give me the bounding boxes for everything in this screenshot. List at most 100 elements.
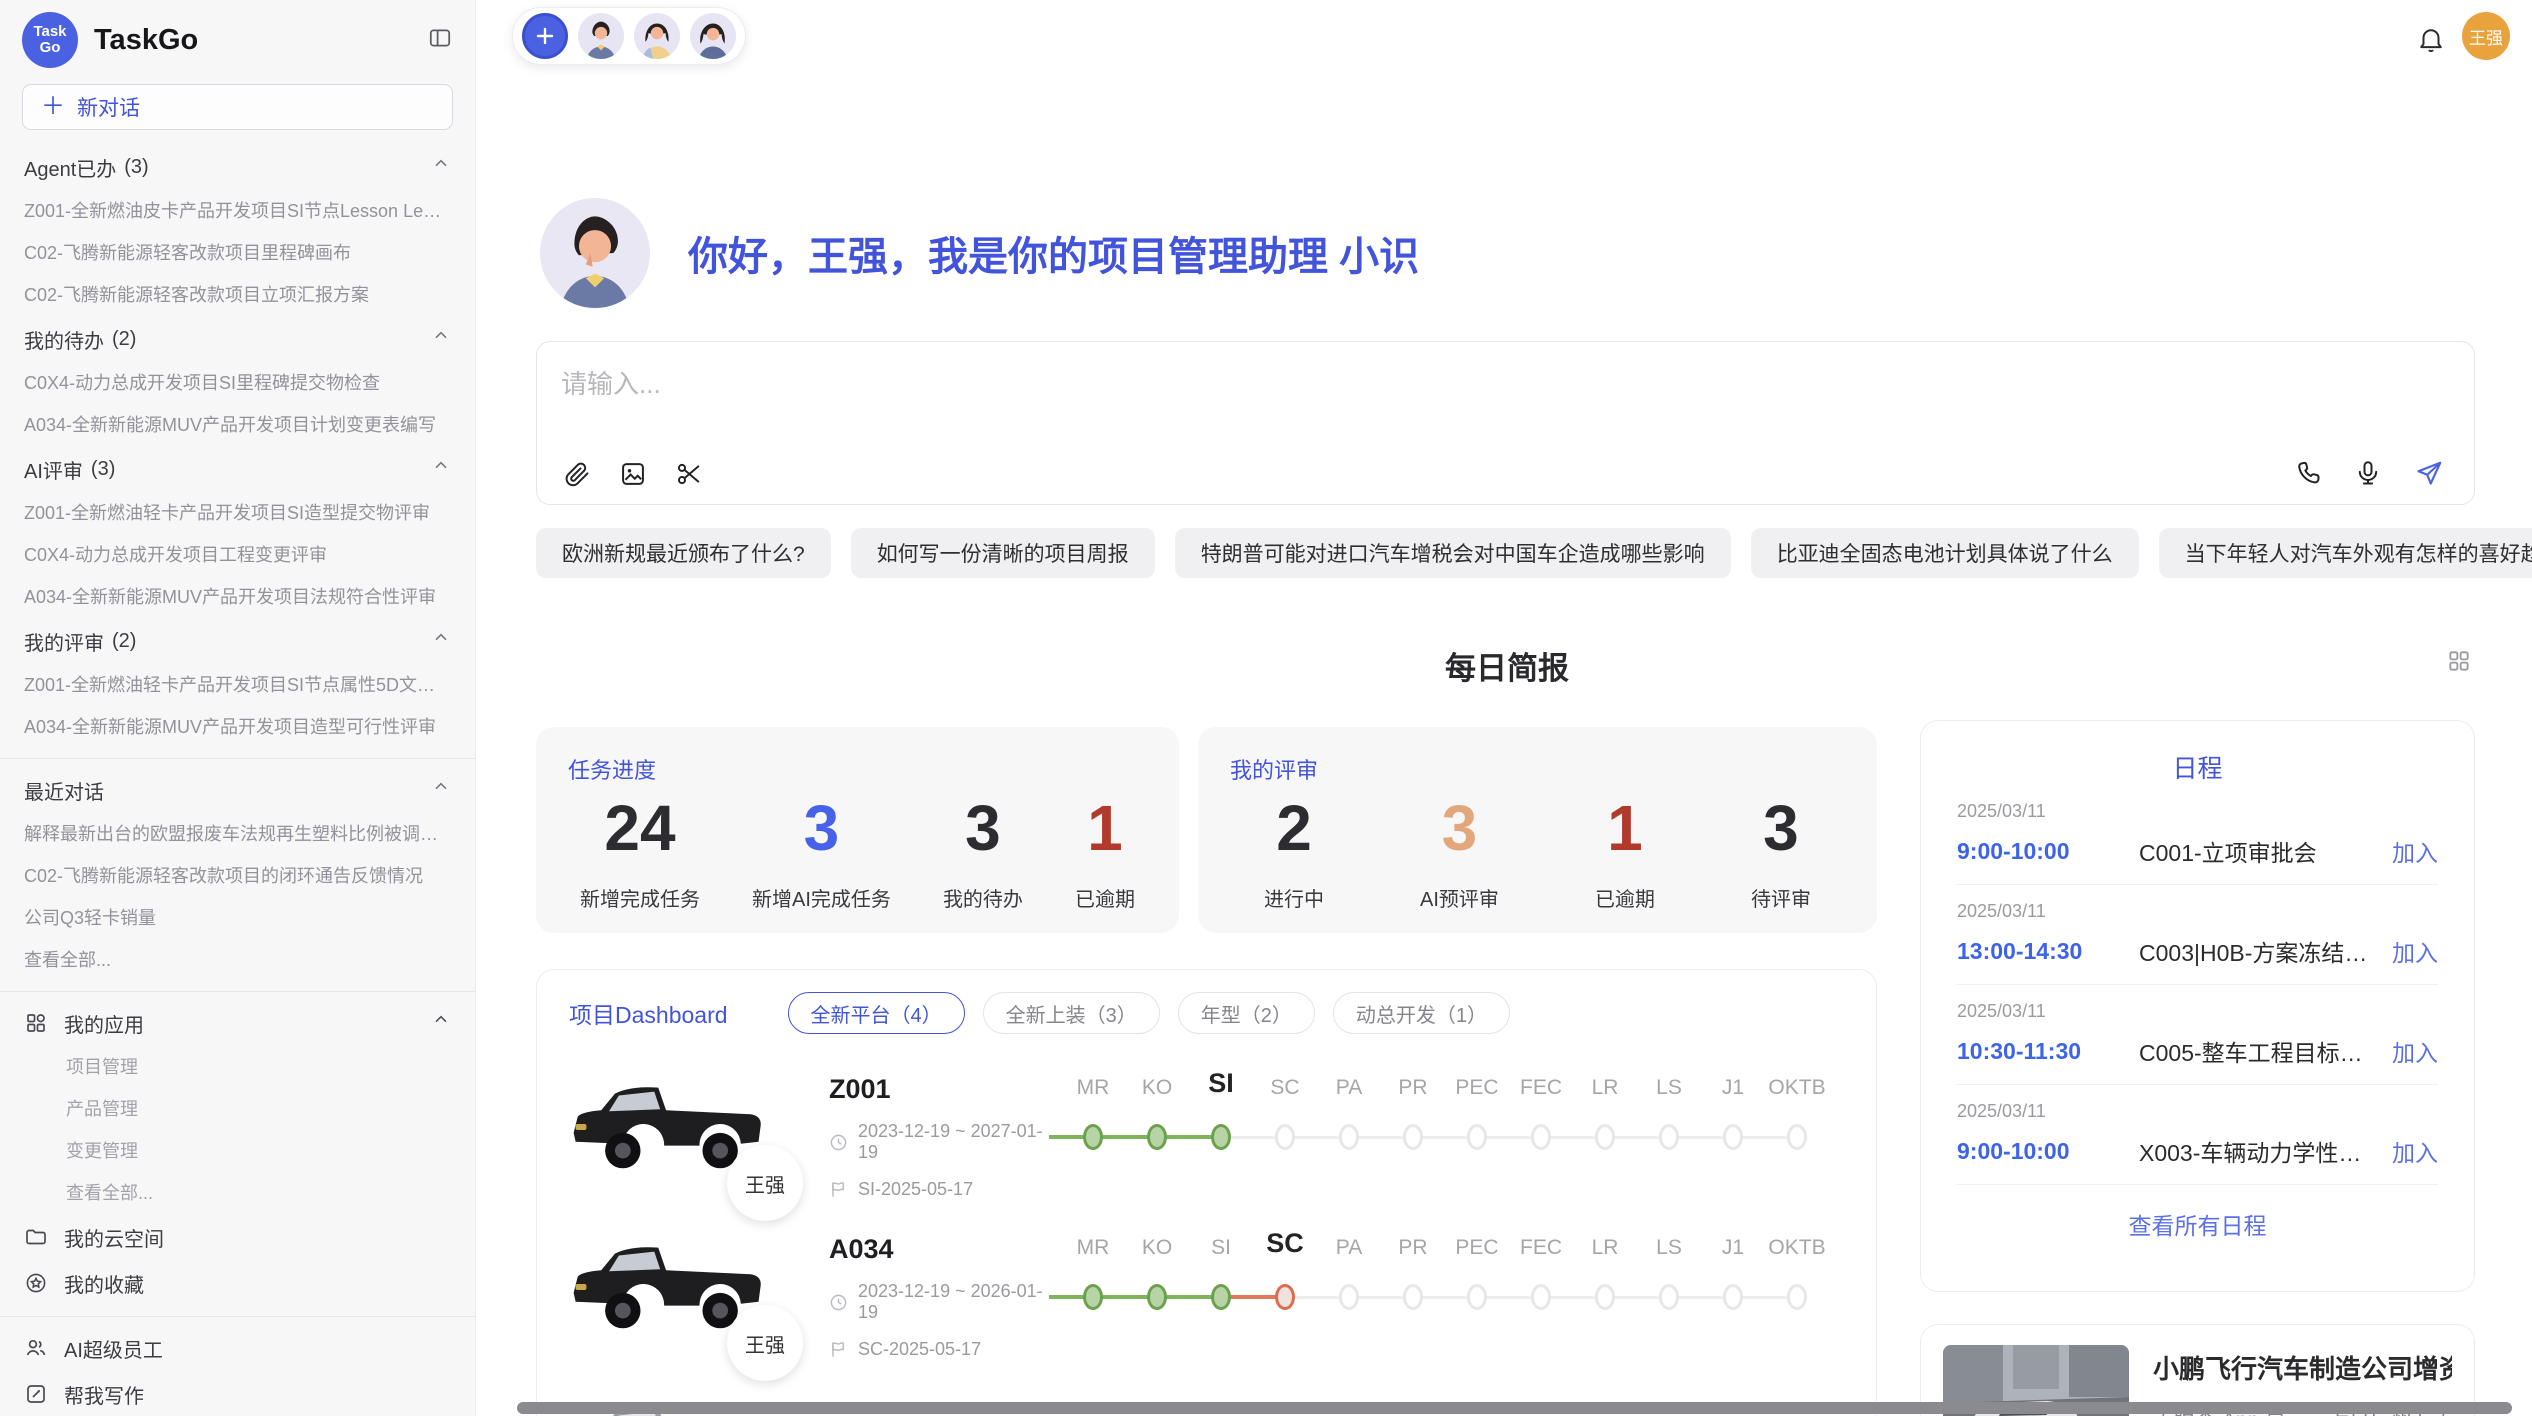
- agent-avatar[interactable]: [690, 13, 736, 59]
- view-all-chats[interactable]: 查看全部...: [0, 939, 475, 981]
- milestone-label: PA: [1317, 1236, 1381, 1260]
- view-all-apps[interactable]: 查看全部...: [0, 1172, 475, 1214]
- attachment-icon[interactable]: [563, 460, 591, 488]
- list-item[interactable]: C0X4-动力总成开发项目工程变更评审: [0, 534, 475, 576]
- layout-grid-icon[interactable]: [2446, 648, 2472, 679]
- view-all-schedule-link[interactable]: 查看所有日程: [1921, 1207, 2474, 1241]
- sidebar-item-favorites[interactable]: 我的收藏: [0, 1260, 475, 1306]
- project-row[interactable]: 王强 A034 2023-12-19 ~ 2026-01-19 SC-2025-…: [537, 1204, 1876, 1364]
- list-item[interactable]: C02-飞腾新能源轻客改款项目里程碑画布: [0, 232, 475, 274]
- phone-icon[interactable]: [2294, 459, 2322, 487]
- join-link[interactable]: 加入: [2392, 1034, 2438, 1068]
- user-avatar[interactable]: 王强: [2462, 12, 2510, 60]
- suggestion-chip[interactable]: 特朗普可能对进口汽车增税会对中国车企造成哪些影响: [1175, 528, 1731, 578]
- section-my-todo[interactable]: 我的待办 (2): [0, 316, 475, 362]
- sidebar: Task Go TaskGo ＋ 新对话 Agent已办 (3) Z001-全新…: [0, 0, 476, 1416]
- stat-new-ai-done: 3 新增AI完成任务: [752, 793, 891, 912]
- tab-powertrain[interactable]: 动总开发（1）: [1333, 992, 1510, 1034]
- chevron-up-icon[interactable]: [431, 326, 451, 352]
- image-icon[interactable]: [619, 460, 647, 488]
- sidebar-item-project-mgmt[interactable]: 项目管理: [0, 1046, 475, 1088]
- milestone-sc: SC: [1253, 1226, 1317, 1346]
- sidebar-item-my-apps[interactable]: 我的应用: [0, 1000, 475, 1046]
- suggestion-chip[interactable]: 欧洲新规最近颁布了什么?: [536, 528, 831, 578]
- milestone-fec: FEC: [1509, 1226, 1573, 1346]
- project-dates: 2023-12-19 ~ 2027-01-19: [829, 1121, 1061, 1163]
- list-item[interactable]: 公司Q3轻卡销量: [0, 897, 475, 939]
- schedule-item: 2025/03/11 10:30-11:30 C005-整车工程目标评审 加入: [1957, 1001, 2438, 1085]
- dashboard-header: 项目Dashboard 全新平台（4） 全新上装（3） 年型（2） 动总开发（1…: [537, 970, 1876, 1044]
- horizontal-scrollbar[interactable]: [517, 1402, 2512, 1414]
- daily-briefing-title: 每日简报: [536, 643, 2478, 688]
- sidebar-item-change-mgmt[interactable]: 变更管理: [0, 1130, 475, 1172]
- chevron-up-icon[interactable]: [431, 154, 451, 180]
- collapse-sidebar-icon[interactable]: [427, 25, 453, 56]
- list-item[interactable]: C02-飞腾新能源轻客改款项目的闭环通告反馈情况: [0, 855, 475, 897]
- tab-year-model[interactable]: 年型（2）: [1178, 992, 1315, 1034]
- schedule-item: 2025/03/11 9:00-10:00 C001-立项审批会 加入: [1957, 801, 2438, 885]
- milestone-label: MR: [1061, 1076, 1125, 1100]
- suggestion-chip[interactable]: 比亚迪全固态电池计划具体说了什么: [1751, 528, 2139, 578]
- project-code: A034: [829, 1234, 1061, 1265]
- join-link[interactable]: 加入: [2392, 1134, 2438, 1168]
- chevron-up-icon[interactable]: [431, 1010, 451, 1036]
- milestone-lr: LR: [1573, 1226, 1637, 1346]
- schedule-date: 2025/03/11: [1957, 801, 2438, 822]
- tab-new-body[interactable]: 全新上装（3）: [983, 992, 1160, 1034]
- list-item[interactable]: Z001-全新燃油轻卡产品开发项目SI节点属性5D文件评审: [0, 664, 475, 706]
- suggestion-chip[interactable]: 当下年轻人对汽车外观有怎样的喜好趋势: [2159, 528, 2532, 578]
- milestone-track: MRKOSISCPAPRPECFECLRLSJ1OKTB: [1061, 1066, 1846, 1186]
- list-item[interactable]: Z001-全新燃油轻卡产品开发项目SI造型提交物评审: [0, 492, 475, 534]
- section-ai-review[interactable]: AI评审 (3): [0, 446, 475, 492]
- schedule-event-title: C005-整车工程目标评审: [2139, 1034, 2378, 1068]
- sidebar-item-ai-staff[interactable]: AI超级员工: [0, 1325, 475, 1371]
- tab-new-platform[interactable]: 全新平台（4）: [788, 992, 965, 1034]
- list-item[interactable]: A034-全新新能源MUV产品开发项目法规符合性评审: [0, 576, 475, 618]
- agent-avatar[interactable]: [578, 13, 624, 59]
- suggestion-chip[interactable]: 如何写一份清晰的项目周报: [851, 528, 1155, 578]
- milestone-ls: LS: [1637, 1226, 1701, 1346]
- composer-right-icons: [2294, 458, 2444, 488]
- list-item[interactable]: C02-飞腾新能源轻客改款项目立项汇报方案: [0, 274, 475, 316]
- send-icon[interactable]: [2414, 458, 2444, 488]
- sidebar-item-cloud-space[interactable]: 我的云空间: [0, 1214, 475, 1260]
- milestone-track: MRKOSISCPAPRPECFECLRLSJ1OKTB: [1061, 1226, 1846, 1346]
- list-item[interactable]: 解释最新出台的欧盟报废车法规再生塑料比例被调至15%...: [0, 813, 475, 855]
- section-agent-done[interactable]: Agent已办 (3): [0, 144, 475, 190]
- sidebar-header: Task Go TaskGo: [0, 0, 475, 76]
- list-item[interactable]: A034-全新新能源MUV产品开发项目计划变更表编写: [0, 404, 475, 446]
- new-chat-button[interactable]: ＋ 新对话: [22, 84, 453, 130]
- notification-bell-icon[interactable]: [2416, 24, 2446, 59]
- milestone-label: FEC: [1509, 1076, 1573, 1100]
- chevron-up-icon[interactable]: [431, 777, 451, 803]
- sidebar-item-help-write[interactable]: 帮我写作: [0, 1371, 475, 1416]
- list-item[interactable]: A034-全新新能源MUV产品开发项目造型可行性评审: [0, 706, 475, 748]
- list-item[interactable]: C0X4-动力总成开发项目SI里程碑提交物检查: [0, 362, 475, 404]
- project-milestone-flag: SC-2025-05-17: [829, 1339, 1061, 1360]
- schedule-time: 9:00-10:00: [1957, 1138, 2139, 1165]
- join-link[interactable]: 加入: [2392, 934, 2438, 968]
- sidebar-item-product-mgmt[interactable]: 产品管理: [0, 1088, 475, 1130]
- chevron-up-icon[interactable]: [431, 628, 451, 654]
- project-dashboard-card: 项目Dashboard 全新平台（4） 全新上装（3） 年型（2） 动总开发（1…: [536, 969, 1877, 1416]
- stat-label: 进行中: [1264, 883, 1324, 912]
- microphone-icon[interactable]: [2354, 459, 2382, 487]
- milestone-dot: [1211, 1124, 1231, 1150]
- list-item[interactable]: Z001-全新燃油皮卡产品开发项目SI节点Lesson Learn报告: [0, 190, 475, 232]
- chevron-up-icon[interactable]: [431, 456, 451, 482]
- milestone-sc: SC: [1253, 1066, 1317, 1186]
- milestone-label: MR: [1061, 1236, 1125, 1260]
- section-recent-chats[interactable]: 最近对话: [0, 767, 475, 813]
- project-row[interactable]: 王强 Z001 2023-12-19 ~ 2027-01-19 SI-2025-…: [537, 1044, 1876, 1204]
- join-link[interactable]: 加入: [2392, 834, 2438, 868]
- section-my-review[interactable]: 我的评审 (2): [0, 618, 475, 664]
- add-agent-button[interactable]: [522, 13, 568, 59]
- agent-avatar[interactable]: [634, 13, 680, 59]
- milestone-mr: MR: [1061, 1066, 1125, 1186]
- divider: [0, 758, 475, 759]
- milestone-ls: LS: [1637, 1066, 1701, 1186]
- section-count: (3): [91, 458, 115, 481]
- scissors-icon[interactable]: [675, 460, 703, 488]
- new-chat-label: 新对话: [77, 92, 140, 122]
- message-input[interactable]: [561, 360, 2161, 408]
